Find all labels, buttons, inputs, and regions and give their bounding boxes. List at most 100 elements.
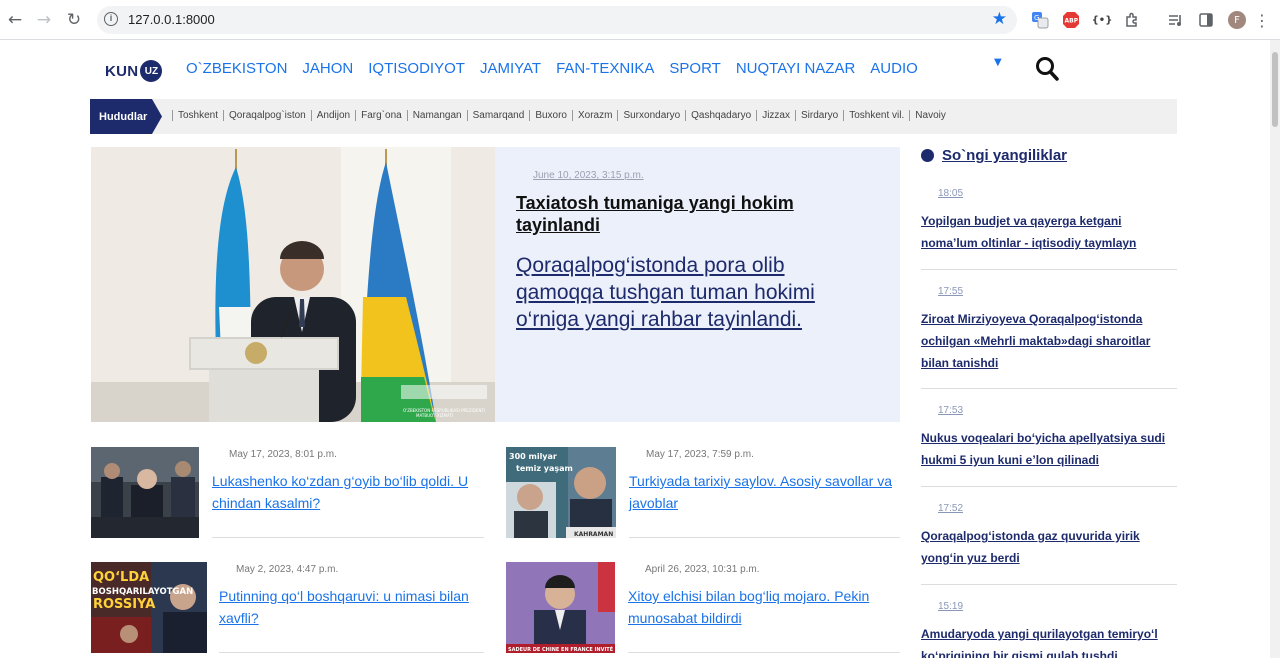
sidebar-heading[interactable]: So`ngi yangiliklar xyxy=(942,147,1067,164)
logo-text: KUN xyxy=(105,62,139,80)
news-title[interactable]: Ziroat Mirziyoyeva Qoraqalpog‘istonda oc… xyxy=(921,308,1177,374)
back-icon[interactable]: ← xyxy=(3,8,27,32)
nav-item-jahon[interactable]: JAHON xyxy=(302,60,353,77)
address-bar[interactable]: i 127.0.0.1:8000 ★ xyxy=(97,6,1017,34)
article-card[interactable]: QO‘LDA BOSHQARILAYOTGAN ROSSIYA May 2, 2… xyxy=(91,562,484,653)
article-card[interactable]: SADEUR DE CHINE EN FRANCE INVITÉ DE LCI … xyxy=(506,562,900,653)
thumbnail-overlay-text-2: BOSHQARILAYOTGAN xyxy=(92,587,193,597)
page-scrollbar[interactable] xyxy=(1270,40,1280,658)
main-nav: O`ZBEKISTON JAHON IQTISODIYOT JAMIYAT FA… xyxy=(186,60,918,77)
news-time: 15:19 xyxy=(938,601,964,612)
hero-image-caption-2: MATBUOT XIZMATI xyxy=(416,413,453,418)
region-link[interactable]: Buxoro xyxy=(529,110,572,121)
article-divider xyxy=(212,537,484,538)
news-title[interactable]: Yopilgan budjet va qayerga ketgani noma’… xyxy=(921,210,1177,254)
browser-toolbar: ← → ↻ i 127.0.0.1:8000 ★ G ABP {•} F ⋮ xyxy=(0,0,1280,40)
webpage: KUN UZ O`ZBEKISTON JAHON IQTISODIYOT JAM… xyxy=(0,40,1270,658)
article-thumbnail[interactable] xyxy=(91,447,199,538)
hero-lead[interactable]: Qoraqalpog‘istonda pora olib qamoqqa tus… xyxy=(516,252,871,333)
json-viewer-icon[interactable]: {•} xyxy=(1092,10,1113,30)
article-date: April 26, 2023, 10:31 p.m. xyxy=(645,564,760,575)
article-card[interactable]: May 17, 2023, 8:01 p.m. Lukashenko ko‘zd… xyxy=(91,447,484,538)
news-divider xyxy=(921,388,1177,389)
regions-label: Hududlar xyxy=(90,99,162,134)
article-card[interactable]: 300 milyar temiz yaşam KAHRAMAN May 17, … xyxy=(506,447,900,538)
region-link[interactable]: Qashqadaryo xyxy=(685,110,756,121)
hero-date: June 10, 2023, 3:15 p.m. xyxy=(533,170,644,181)
search-icon[interactable] xyxy=(1035,56,1059,82)
region-link[interactable]: Jizzax xyxy=(756,110,795,121)
nav-item-fan-texnika[interactable]: FAN-TEXNIKA xyxy=(556,60,654,77)
article-thumbnail[interactable]: SADEUR DE CHINE EN FRANCE INVITÉ DE LCI xyxy=(506,562,615,653)
news-divider xyxy=(921,584,1177,585)
region-link[interactable]: Sirdaryo xyxy=(795,110,843,121)
thumbnail-overlay-text-3: ROSSIYA xyxy=(93,597,155,612)
news-time: 17:55 xyxy=(938,286,964,297)
extensions-puzzle-icon[interactable] xyxy=(1122,10,1142,30)
hero-image[interactable]: O'ZBEKISTON RESPUBLIKASI PREZIDENTI MATB… xyxy=(91,147,495,422)
menu-dots-icon[interactable]: ⋮ xyxy=(1254,10,1270,30)
region-link[interactable]: Namangan xyxy=(406,110,467,121)
region-link[interactable]: Navoiy xyxy=(909,110,951,121)
bookmark-star-icon[interactable]: ★ xyxy=(992,9,1007,29)
regions-bar: Hududlar Toshkent Qoraqalpog`iston Andij… xyxy=(90,99,1177,134)
forward-icon[interactable]: → xyxy=(32,8,56,32)
news-title[interactable]: Qoraqalpog‘istonda gaz quvurida yirik yo… xyxy=(921,525,1177,569)
site-info-icon[interactable]: i xyxy=(104,12,118,26)
profile-avatar[interactable]: F xyxy=(1227,10,1247,30)
side-panel-icon[interactable] xyxy=(1196,10,1216,30)
article-divider xyxy=(628,652,900,653)
region-link[interactable]: Farg`ona xyxy=(355,110,407,121)
latest-news-sidebar: So`ngi yangiliklar 18:05 Yopilgan budjet… xyxy=(921,147,1177,658)
google-translate-icon[interactable]: G xyxy=(1030,10,1050,30)
nav-more-caret-icon[interactable]: ▼ xyxy=(994,57,1002,68)
article-thumbnail[interactable]: 300 milyar temiz yaşam KAHRAMAN xyxy=(506,447,616,538)
hero-title[interactable]: Taxiatosh tumaniga yangi hokim tayinland… xyxy=(516,192,846,236)
site-logo[interactable]: KUN UZ xyxy=(105,60,163,82)
article-divider xyxy=(219,652,484,653)
article-title[interactable]: Lukashenko ko‘zdan g‘oyib bo‘lib qoldi. … xyxy=(212,470,484,514)
reload-icon[interactable]: ↻ xyxy=(62,8,86,32)
regions-list: Toshkent Qoraqalpog`iston Andijon Farg`o… xyxy=(172,110,951,121)
bullet-dot-icon xyxy=(921,149,934,162)
region-link[interactable]: Samarqand xyxy=(466,110,530,121)
scrollbar-thumb[interactable] xyxy=(1272,52,1278,127)
svg-text:ABP: ABP xyxy=(1065,18,1079,25)
article-date: May 17, 2023, 8:01 p.m. xyxy=(229,449,337,460)
nav-item-iqtisodiyot[interactable]: IQTISODIYOT xyxy=(368,60,465,77)
url-text[interactable]: 127.0.0.1:8000 xyxy=(128,12,215,27)
news-divider xyxy=(921,269,1177,270)
thumbnail-caption: KAHRAMAN xyxy=(574,531,613,538)
news-divider xyxy=(921,486,1177,487)
article-title[interactable]: Xitoy elchisi bilan bog‘liq mojaro. Peki… xyxy=(628,585,900,629)
svg-text:G: G xyxy=(1034,14,1039,22)
region-link[interactable]: Toshkent vil. xyxy=(843,110,909,121)
news-time: 17:53 xyxy=(938,405,964,416)
sidebar-header: So`ngi yangiliklar xyxy=(921,147,1177,164)
nav-item-jamiyat[interactable]: JAMIYAT xyxy=(480,60,541,77)
region-link[interactable]: Qoraqalpog`iston xyxy=(223,110,311,121)
news-title[interactable]: Amudaryoda yangi qurilayotgan temiryo‘l … xyxy=(921,623,1177,658)
media-control-icon[interactable] xyxy=(1165,10,1185,30)
region-link[interactable]: Xorazm xyxy=(572,110,617,121)
thumbnail-overlay-text: QO‘LDA xyxy=(93,570,149,585)
nav-item-sport[interactable]: SPORT xyxy=(669,60,720,77)
nav-item-audio[interactable]: AUDIO xyxy=(870,60,918,77)
adblock-icon[interactable]: ABP xyxy=(1061,10,1081,30)
nav-item-nuqtayi-nazar[interactable]: NUQTAYI NAZAR xyxy=(736,60,855,77)
hero-article[interactable]: O'ZBEKISTON RESPUBLIKASI PREZIDENTI MATB… xyxy=(91,147,900,422)
nav-item-uzbekistan[interactable]: O`ZBEKISTON xyxy=(186,60,287,77)
news-time: 17:52 xyxy=(938,503,964,514)
article-date: May 2, 2023, 4:47 p.m. xyxy=(236,564,339,575)
thumbnail-caption: SADEUR DE CHINE EN FRANCE INVITÉ DE LCI xyxy=(508,645,615,653)
article-thumbnail[interactable]: QO‘LDA BOSHQARILAYOTGAN ROSSIYA xyxy=(91,562,207,653)
region-link[interactable]: Surxondaryo xyxy=(617,110,685,121)
region-link[interactable]: Toshkent xyxy=(172,110,223,121)
profile-initial: F xyxy=(1228,11,1246,29)
region-link[interactable]: Andijon xyxy=(310,110,355,121)
logo-badge: UZ xyxy=(140,60,163,82)
article-date: May 17, 2023, 7:59 p.m. xyxy=(646,449,754,460)
article-title[interactable]: Turkiyada tarixiy saylov. Asosiy savolla… xyxy=(629,470,900,514)
article-title[interactable]: Putinning qo‘l boshqaruvi: u nimasi bila… xyxy=(219,585,484,629)
news-title[interactable]: Nukus voqealari bo‘yicha apellyatsiya su… xyxy=(921,427,1177,471)
